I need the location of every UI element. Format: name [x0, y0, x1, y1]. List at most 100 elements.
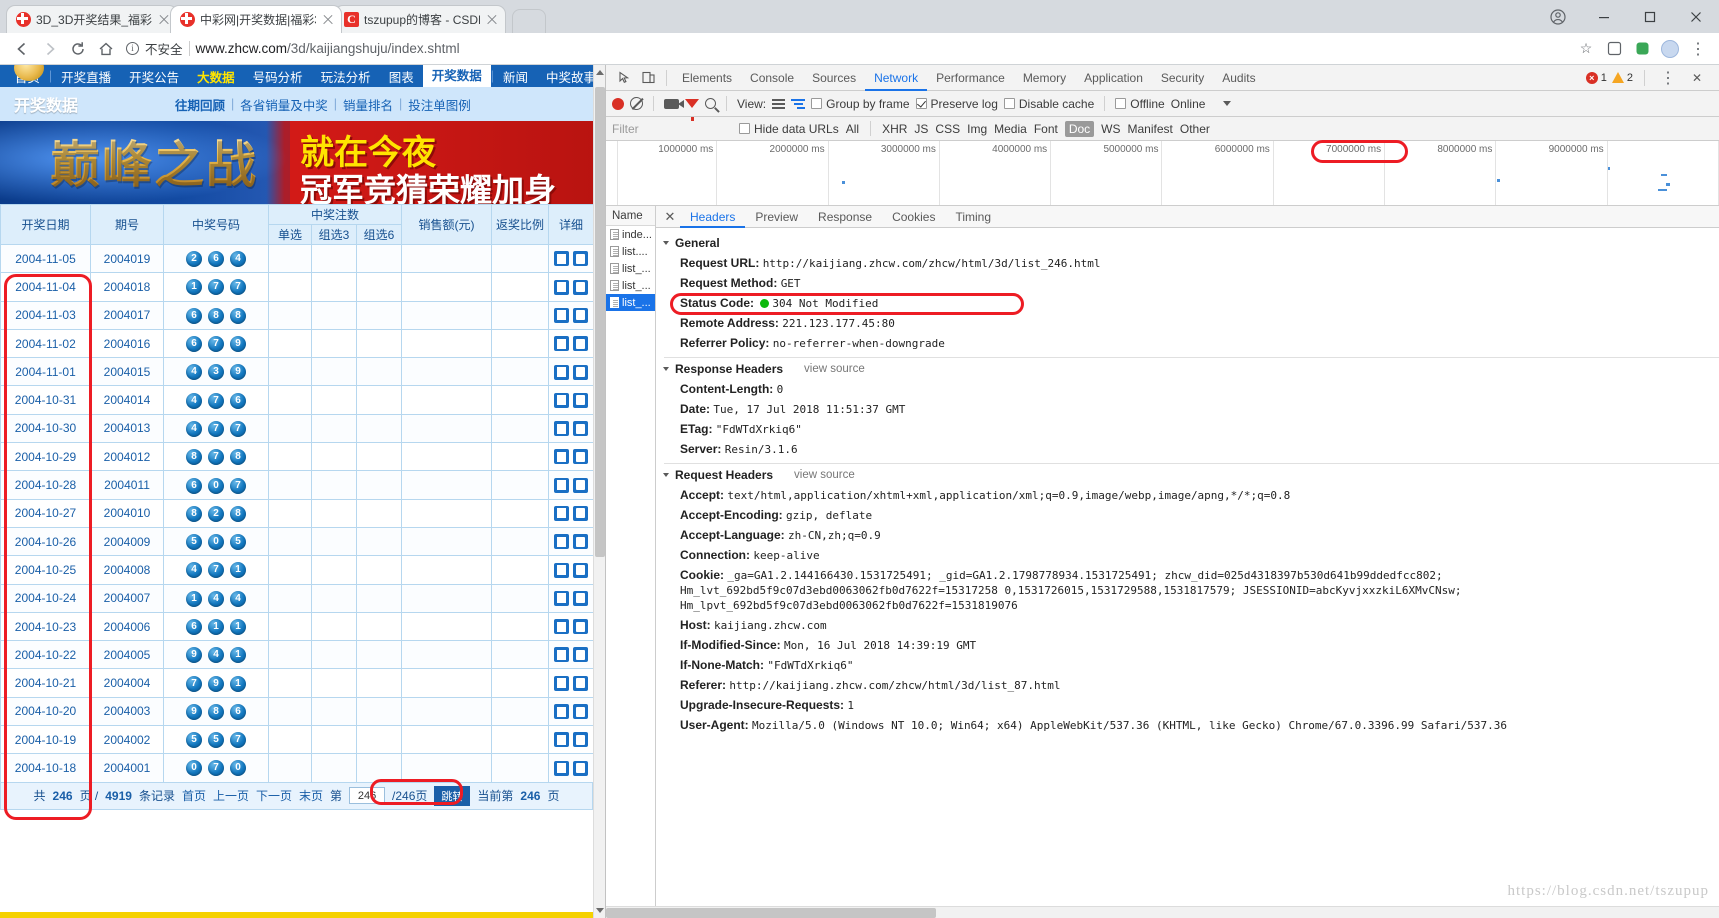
detail-doc-icon[interactable] [554, 336, 570, 352]
request-row[interactable]: inde... [606, 226, 655, 243]
chrome-menu-icon[interactable]: ⋮ [1685, 36, 1711, 62]
back-icon[interactable] [8, 35, 36, 63]
filter-input[interactable]: Filter [612, 122, 732, 136]
offline-checkbox[interactable]: Offline [1115, 97, 1165, 111]
extension-icon[interactable] [1601, 36, 1627, 62]
tab-network[interactable]: Network [865, 65, 927, 91]
maximize-button[interactable] [1627, 0, 1673, 33]
filter-type-xhr[interactable]: XHR [882, 122, 907, 136]
detail-doc-icon[interactable] [554, 534, 570, 550]
close-devtools-icon[interactable]: ✕ [1685, 66, 1709, 90]
record-icon[interactable] [612, 97, 624, 110]
chevron-down-icon[interactable] [1223, 101, 1232, 106]
browser-tab-2[interactable]: 中彩网|开奖数据|福彩3D [170, 5, 342, 33]
sublink-history[interactable]: 往期回顾 [175, 95, 225, 114]
detail-doc-icon[interactable] [554, 279, 570, 295]
preserve-log-checkbox[interactable]: Preserve log [915, 97, 998, 111]
new-tab-button[interactable] [512, 9, 546, 33]
devtools-horizontal-scrollbar[interactable] [606, 906, 1719, 918]
detail-chart-icon[interactable] [573, 364, 589, 380]
nav-item-number-analysis[interactable]: 号码分析 [244, 67, 312, 86]
detail-chart-icon[interactable] [573, 279, 589, 295]
detail-chart-icon[interactable] [573, 336, 589, 352]
tab-memory[interactable]: Memory [1014, 65, 1075, 91]
detail-chart-icon[interactable] [573, 675, 589, 691]
home-icon[interactable] [92, 35, 120, 63]
detail-doc-icon[interactable] [554, 562, 570, 578]
jump-button[interactable]: 跳转 [434, 785, 471, 806]
online-throttle-value[interactable]: Online [1171, 97, 1206, 111]
detail-chart-icon[interactable] [573, 392, 589, 408]
filter-type-manifest[interactable]: Manifest [1128, 122, 1173, 136]
tab-audits[interactable]: Audits [1213, 65, 1264, 91]
browser-tab-3[interactable]: C tszupup的博客 - CSDN [334, 5, 506, 33]
scrollbar-thumb[interactable] [606, 908, 936, 918]
detail-doc-icon[interactable] [554, 421, 570, 437]
detail-tab-response[interactable]: Response [808, 206, 882, 228]
close-icon[interactable] [321, 13, 335, 27]
detail-tab-cookies[interactable]: Cookies [882, 206, 945, 228]
detail-chart-icon[interactable] [573, 307, 589, 323]
filter-type-doc[interactable]: Doc [1064, 120, 1095, 137]
detail-chart-icon[interactable] [573, 251, 589, 267]
detail-doc-icon[interactable] [554, 251, 570, 267]
tab-sources[interactable]: Sources [803, 65, 865, 91]
request-row[interactable]: list_... [606, 294, 655, 311]
filter-type-other[interactable]: Other [1180, 122, 1210, 136]
detail-doc-icon[interactable] [554, 392, 570, 408]
close-detail-icon[interactable]: ✕ [660, 209, 680, 225]
view-list-icon[interactable] [772, 98, 786, 109]
prev-page-link[interactable]: 上一页 [213, 787, 249, 804]
filter-funnel-icon[interactable] [685, 99, 699, 121]
reload-icon[interactable] [64, 35, 92, 63]
detail-chart-icon[interactable] [573, 421, 589, 437]
disable-cache-checkbox[interactable]: Disable cache [1003, 97, 1094, 111]
filter-type-css[interactable]: CSS [935, 122, 960, 136]
tab-application[interactable]: Application [1075, 65, 1152, 91]
nav-item-lottery-data[interactable]: 开奖数据 [422, 65, 491, 87]
nav-item-live[interactable]: 开奖直播 [52, 67, 120, 86]
tab-security[interactable]: Security [1152, 65, 1213, 91]
promo-banner[interactable]: 巅峰之战 就在今夜 冠军竞猜荣耀加身 [0, 121, 605, 204]
detail-chart-icon[interactable] [573, 704, 589, 720]
detail-tab-headers[interactable]: Headers [680, 206, 745, 228]
detail-doc-icon[interactable] [554, 364, 570, 380]
detail-doc-icon[interactable] [554, 307, 570, 323]
filter-type-ws[interactable]: WS [1101, 122, 1120, 136]
detail-chart-icon[interactable] [573, 477, 589, 493]
sublink-province-sales[interactable]: 各省销量及中奖 [240, 95, 328, 114]
warning-count[interactable]: 2 [1611, 72, 1633, 84]
search-icon[interactable] [705, 98, 716, 109]
scroll-down-icon[interactable] [596, 908, 604, 913]
sublink-bet-slip-legend[interactable]: 投注单图例 [408, 95, 471, 114]
forward-icon[interactable] [36, 35, 64, 63]
devtools-menu-icon[interactable]: ⋮ [1656, 66, 1680, 90]
detail-doc-icon[interactable] [554, 619, 570, 635]
device-toolbar-icon[interactable] [636, 66, 660, 90]
nav-item-charts[interactable]: 图表 [380, 67, 423, 86]
section-request-headers[interactable]: Request Headers view source [656, 466, 1719, 485]
bookmark-star-icon[interactable]: ☆ [1573, 36, 1599, 62]
tab-elements[interactable]: Elements [673, 65, 741, 91]
detail-chart-icon[interactable] [573, 505, 589, 521]
network-timeline[interactable]: 1000000 ms 2000000 ms 3000000 ms 4000000 ms… [606, 141, 1719, 206]
tab-performance[interactable]: Performance [927, 65, 1014, 91]
screenshot-camera-icon[interactable] [664, 98, 684, 109]
nav-item-news[interactable]: 新闻 [494, 67, 537, 86]
close-icon[interactable] [485, 13, 499, 27]
inspect-element-icon[interactable] [612, 66, 636, 90]
detail-chart-icon[interactable] [573, 562, 589, 578]
error-count[interactable]: × 1 [1585, 71, 1607, 84]
detail-doc-icon[interactable] [554, 704, 570, 720]
detail-chart-icon[interactable] [573, 590, 589, 606]
address-bar[interactable]: i 不安全 www.zhcw.com/3d/kaijiangshuju/inde… [126, 37, 1573, 61]
detail-tab-timing[interactable]: Timing [945, 206, 1001, 228]
filter-type-all[interactable]: All [846, 122, 859, 136]
detail-doc-icon[interactable] [554, 477, 570, 493]
browser-tab-1[interactable]: 3D_3D开奖结果_福彩3D [6, 5, 178, 33]
scroll-up-icon[interactable] [596, 70, 604, 75]
detail-chart-icon[interactable] [573, 760, 589, 776]
hide-data-urls-checkbox[interactable]: Hide data URLs [739, 122, 839, 136]
tab-console[interactable]: Console [741, 65, 803, 91]
request-row[interactable]: list_... [606, 260, 655, 277]
